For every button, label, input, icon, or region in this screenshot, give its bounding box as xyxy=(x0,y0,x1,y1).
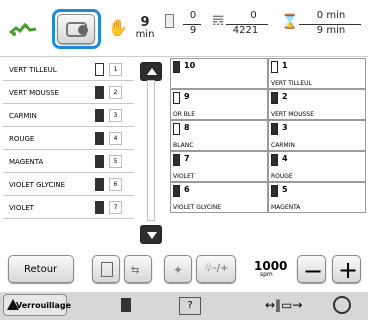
thread-spool-icon xyxy=(271,154,278,166)
grid-cell-8[interactable]: 8 BLANC xyxy=(170,120,268,151)
list-item[interactable]: VERT TILLEUL 1 xyxy=(3,58,134,81)
time-top: 0 min xyxy=(316,10,346,21)
thread-spool-icon xyxy=(95,86,104,99)
chevron-up-icon xyxy=(147,68,157,75)
scroll-down-button[interactable] xyxy=(140,225,162,244)
hourglass-icon: ⌛ xyxy=(281,14,299,30)
thread-icon xyxy=(165,14,174,28)
thread-spool-icon xyxy=(271,123,278,135)
document-icon[interactable] xyxy=(121,298,131,312)
stitch-total-bottom: 4221 xyxy=(232,25,259,36)
help-icon[interactable]: ? xyxy=(179,297,201,315)
stitch-total-top: 0 xyxy=(250,10,257,21)
list-item[interactable]: VERT MOUSSE 2 xyxy=(3,81,134,104)
bobbin-icon xyxy=(78,25,88,35)
thread-spool-icon xyxy=(173,61,180,73)
bottom-menu-bar: Verrouillage ? ↔‖▭→ xyxy=(0,292,368,320)
thread-spool-icon xyxy=(271,185,278,197)
back-button[interactable]: Retour xyxy=(8,255,74,283)
grid-cell-1[interactable]: 1 VERT TILLEUL xyxy=(268,58,366,89)
grid-cell-3[interactable]: 3 CARMIN xyxy=(268,120,366,151)
list-item[interactable]: VIOLET 7 xyxy=(3,196,134,219)
top-status-bar: ✋ 9 min 0 9 𝌋 0 4221 ⌛ 0 min 9 min xyxy=(0,0,368,55)
embroidery-screen: ✋ 9 min 0 9 𝌋 0 4221 ⌛ 0 min 9 min VERT … xyxy=(0,0,368,320)
hoop-frame-button[interactable] xyxy=(57,14,95,44)
thread-spool-icon xyxy=(95,201,104,214)
list-item[interactable]: VIOLET GLYCINE 6 xyxy=(3,173,134,196)
stitch-counter-bottom: 9 xyxy=(189,25,197,36)
grid-cell-4[interactable]: 4 ROUGE xyxy=(268,151,366,182)
thread-spool-icon xyxy=(173,123,180,135)
scroll-up-button[interactable] xyxy=(140,62,162,81)
thread-spool-icon xyxy=(173,154,180,166)
plus-icon: + xyxy=(338,256,359,284)
grid-cell-9[interactable]: 9 OR BLE xyxy=(170,89,268,120)
control-toolbar: Retour ⇆ ✦ ♧-/+ 1000 spm − + xyxy=(0,252,368,290)
thread-sequence-list: VERT TILLEUL 1 VERT MOUSSE 2 CARMIN 3 ROUGE… xyxy=(0,58,163,251)
section-separator xyxy=(0,56,368,57)
grid-cell-5[interactable]: 5 MAGENTA xyxy=(268,182,366,213)
chevron-down-icon xyxy=(147,232,157,239)
list-item[interactable]: ROUGE 4 xyxy=(3,127,134,150)
hand-icon: ✋ xyxy=(108,18,128,37)
star-button[interactable]: ✦ xyxy=(164,255,192,283)
lock-label: Verrouillage xyxy=(16,301,72,310)
minus-icon: − xyxy=(303,257,324,285)
scroll-track[interactable] xyxy=(147,80,155,221)
thread-cut-icon xyxy=(101,262,113,277)
list-item[interactable]: CARMIN 3 xyxy=(3,104,134,127)
time-bottom: 9 min xyxy=(316,25,346,36)
thread-change-button[interactable]: ⇆ xyxy=(124,255,152,283)
clock-icon[interactable] xyxy=(333,296,351,314)
thread-spool-icon xyxy=(95,63,104,76)
thread-spool-icon xyxy=(95,178,104,191)
lock-button[interactable]: Verrouillage xyxy=(3,294,71,316)
thread-spool-icon xyxy=(173,92,180,104)
tension-button[interactable]: ♧-/+ xyxy=(196,255,236,283)
thread-cut-button[interactable] xyxy=(92,255,120,283)
layout-icon[interactable]: ↔‖▭→ xyxy=(265,298,302,312)
speed-value: 9 xyxy=(140,15,150,30)
stitch-counter-top: 0 xyxy=(189,10,197,21)
thread-change-icon: ⇆ xyxy=(131,265,140,276)
hoop-icon xyxy=(8,21,38,39)
grid-cell-6[interactable]: 6 VIOLET GLYCINE xyxy=(170,182,268,213)
plus-button[interactable]: + xyxy=(332,255,361,284)
thread-color-grid: 10 1 VERT TILLEUL 9 OR BLE 2 VERT MOUSSE 8B… xyxy=(167,58,368,248)
grid-cell-10[interactable]: 10 xyxy=(170,58,268,89)
thread-spool-icon xyxy=(271,61,278,73)
thread-spool-icon xyxy=(95,132,104,145)
list-scrollbar[interactable] xyxy=(140,58,162,248)
grid-cell-2[interactable]: 2 VERT MOUSSE xyxy=(268,89,366,120)
minus-button[interactable]: − xyxy=(297,255,326,285)
speed-unit-label: spm xyxy=(260,271,273,278)
list-item[interactable]: MAGENTA 5 xyxy=(3,150,134,173)
thread-spool-icon xyxy=(95,109,104,122)
thread-spool-icon xyxy=(271,92,278,104)
speed-display: 1000 spm xyxy=(251,259,287,279)
speed-unit: min xyxy=(135,29,155,40)
back-button-label: Retour xyxy=(24,264,58,275)
thread-spool-icon xyxy=(95,155,104,168)
selected-frame-button[interactable] xyxy=(52,9,101,49)
needle-icon: 𝌋 xyxy=(212,13,225,29)
star-icon: ✦ xyxy=(173,263,184,277)
grid-cell-7[interactable]: 7 VIOLET xyxy=(170,151,268,182)
thread-spool-icon xyxy=(173,185,180,197)
tension-icon: ♧-/+ xyxy=(204,263,229,274)
